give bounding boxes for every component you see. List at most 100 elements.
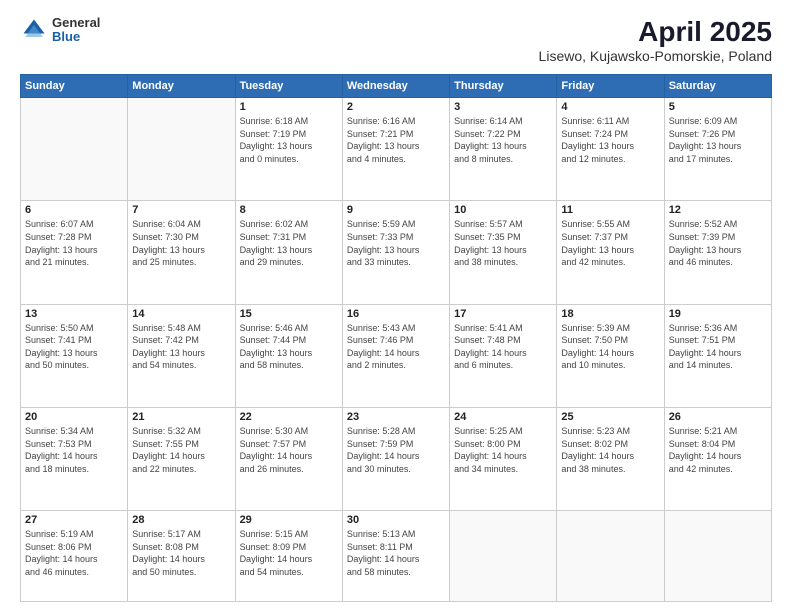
table-row: 6Sunrise: 6:07 AM Sunset: 7:28 PM Daylig… <box>21 201 128 304</box>
table-row: 15 Sunrise: 5:46 AM Sunset: 7:44 PM Dayli… <box>235 304 342 407</box>
day-number: 23 <box>347 411 445 423</box>
title-block: April 2025 Lisewo, Kujawsko-Pomorskie, P… <box>539 16 772 64</box>
table-row: 4 Sunrise: 6:11 AM Sunset: 7:24 PM Daylig… <box>557 98 664 201</box>
table-row: 2 Sunrise: 6:16 AM Sunset: 7:21 PM Daylig… <box>342 98 449 201</box>
table-row: 9 Sunrise: 5:59 AM Sunset: 7:33 PM Daylig… <box>342 201 449 304</box>
table-row: 20Sunrise: 5:34 AM Sunset: 7:53 PM Dayli… <box>21 407 128 510</box>
title-month: April 2025 <box>539 16 772 48</box>
table-row: 7 Sunrise: 6:04 AM Sunset: 7:30 PM Daylig… <box>128 201 235 304</box>
day-number: 25 <box>561 411 659 423</box>
day-number: 13 <box>25 308 123 320</box>
day-number: 24 <box>454 411 552 423</box>
day-info: Sunrise: 6:18 AM Sunset: 7:19 PM Dayligh… <box>240 115 338 165</box>
day-info: Sunrise: 6:14 AM Sunset: 7:22 PM Dayligh… <box>454 115 552 165</box>
table-row: 14 Sunrise: 5:48 AM Sunset: 7:42 PM Dayli… <box>128 304 235 407</box>
day-info: Sunrise: 6:09 AM Sunset: 7:26 PM Dayligh… <box>669 115 767 165</box>
day-number: 8 <box>240 204 338 216</box>
logo-general-text: General <box>52 16 100 30</box>
day-number: 11 <box>561 204 659 216</box>
table-row: 30Sunrise: 5:13 AM Sunset: 8:11 PM Dayli… <box>342 511 449 602</box>
day-number: 1 <box>240 101 338 113</box>
day-info: Sunrise: 5:15 AM Sunset: 8:09 PM Dayligh… <box>240 528 338 578</box>
day-info: Sunrise: 6:04 AM Sunset: 7:30 PM Dayligh… <box>132 218 230 268</box>
day-info: Sunrise: 5:50 AM Sunset: 7:41 PM Dayligh… <box>25 322 123 372</box>
day-info: Sunrise: 6:11 AM Sunset: 7:24 PM Dayligh… <box>561 115 659 165</box>
day-number: 10 <box>454 204 552 216</box>
table-row: 28 Sunrise: 5:17 AM Sunset: 8:08 PM Dayli… <box>128 511 235 602</box>
day-info: Sunrise: 5:32 AM Sunset: 7:55 PM Dayligh… <box>132 425 230 475</box>
table-row <box>450 511 557 602</box>
logo-text: General Blue <box>52 16 100 45</box>
table-row: 10 Sunrise: 5:57 AM Sunset: 7:35 PM Dayli… <box>450 201 557 304</box>
table-row: 22 Sunrise: 5:30 AM Sunset: 7:57 PM Dayli… <box>235 407 342 510</box>
day-info: Sunrise: 5:30 AM Sunset: 7:57 PM Dayligh… <box>240 425 338 475</box>
day-info: Sunrise: 5:41 AM Sunset: 7:48 PM Dayligh… <box>454 322 552 372</box>
col-wednesday: Wednesday <box>342 75 449 98</box>
day-number: 15 <box>240 308 338 320</box>
table-row: 29 Sunrise: 5:15 AM Sunset: 8:09 PM Dayli… <box>235 511 342 602</box>
day-number: 28 <box>132 514 230 526</box>
day-info: Sunrise: 5:19 AM Sunset: 8:06 PM Dayligh… <box>25 528 123 578</box>
table-row: 18 Sunrise: 5:39 AM Sunset: 7:50 PM Dayli… <box>557 304 664 407</box>
col-sunday: Sunday <box>21 75 128 98</box>
day-info: Sunrise: 5:36 AM Sunset: 7:51 PM Dayligh… <box>669 322 767 372</box>
day-info: Sunrise: 5:13 AM Sunset: 8:11 PM Dayligh… <box>347 528 445 578</box>
col-friday: Friday <box>557 75 664 98</box>
table-row: 11 Sunrise: 5:55 AM Sunset: 7:37 PM Dayli… <box>557 201 664 304</box>
day-number: 7 <box>132 204 230 216</box>
table-row: 17Sunrise: 5:41 AM Sunset: 7:48 PM Dayli… <box>450 304 557 407</box>
day-info: Sunrise: 5:46 AM Sunset: 7:44 PM Dayligh… <box>240 322 338 372</box>
logo-blue-text: Blue <box>52 30 100 44</box>
day-number: 26 <box>669 411 767 423</box>
table-row: 8Sunrise: 6:02 AM Sunset: 7:31 PM Daylig… <box>235 201 342 304</box>
table-row: 25 Sunrise: 5:23 AM Sunset: 8:02 PM Dayli… <box>557 407 664 510</box>
table-row: 23 Sunrise: 5:28 AM Sunset: 7:59 PM Dayli… <box>342 407 449 510</box>
table-row: 3 Sunrise: 6:14 AM Sunset: 7:22 PM Daylig… <box>450 98 557 201</box>
day-number: 12 <box>669 204 767 216</box>
calendar-header-row: Sunday Monday Tuesday Wednesday Thursday… <box>21 75 772 98</box>
table-row: 27 Sunrise: 5:19 AM Sunset: 8:06 PM Dayli… <box>21 511 128 602</box>
col-monday: Monday <box>128 75 235 98</box>
day-number: 3 <box>454 101 552 113</box>
day-info: Sunrise: 5:48 AM Sunset: 7:42 PM Dayligh… <box>132 322 230 372</box>
day-info: Sunrise: 5:17 AM Sunset: 8:08 PM Dayligh… <box>132 528 230 578</box>
day-info: Sunrise: 5:52 AM Sunset: 7:39 PM Dayligh… <box>669 218 767 268</box>
table-row: 13 Sunrise: 5:50 AM Sunset: 7:41 PM Dayli… <box>21 304 128 407</box>
day-number: 18 <box>561 308 659 320</box>
logo: General Blue <box>20 16 100 45</box>
day-info: Sunrise: 5:57 AM Sunset: 7:35 PM Dayligh… <box>454 218 552 268</box>
day-number: 22 <box>240 411 338 423</box>
day-number: 27 <box>25 514 123 526</box>
col-thursday: Thursday <box>450 75 557 98</box>
day-number: 6 <box>25 204 123 216</box>
day-info: Sunrise: 5:59 AM Sunset: 7:33 PM Dayligh… <box>347 218 445 268</box>
title-location: Lisewo, Kujawsko-Pomorskie, Poland <box>539 48 772 64</box>
calendar-table: Sunday Monday Tuesday Wednesday Thursday… <box>20 74 772 602</box>
day-info: Sunrise: 5:39 AM Sunset: 7:50 PM Dayligh… <box>561 322 659 372</box>
table-row: 21Sunrise: 5:32 AM Sunset: 7:55 PM Dayli… <box>128 407 235 510</box>
table-row: 1 Sunrise: 6:18 AM Sunset: 7:19 PM Daylig… <box>235 98 342 201</box>
table-row: 26 Sunrise: 5:21 AM Sunset: 8:04 PM Dayli… <box>664 407 771 510</box>
day-info: Sunrise: 5:55 AM Sunset: 7:37 PM Dayligh… <box>561 218 659 268</box>
day-number: 2 <box>347 101 445 113</box>
day-info: Sunrise: 5:25 AM Sunset: 8:00 PM Dayligh… <box>454 425 552 475</box>
col-tuesday: Tuesday <box>235 75 342 98</box>
day-info: Sunrise: 5:34 AM Sunset: 7:53 PM Dayligh… <box>25 425 123 475</box>
table-row: 5Sunrise: 6:09 AM Sunset: 7:26 PM Daylig… <box>664 98 771 201</box>
table-row <box>557 511 664 602</box>
table-row: 24 Sunrise: 5:25 AM Sunset: 8:00 PM Dayli… <box>450 407 557 510</box>
day-info: Sunrise: 5:28 AM Sunset: 7:59 PM Dayligh… <box>347 425 445 475</box>
day-info: Sunrise: 5:23 AM Sunset: 8:02 PM Dayligh… <box>561 425 659 475</box>
day-info: Sunrise: 6:16 AM Sunset: 7:21 PM Dayligh… <box>347 115 445 165</box>
day-number: 4 <box>561 101 659 113</box>
table-row: 16Sunrise: 5:43 AM Sunset: 7:46 PM Dayli… <box>342 304 449 407</box>
day-number: 14 <box>132 308 230 320</box>
logo-icon <box>20 16 48 44</box>
table-row: 19Sunrise: 5:36 AM Sunset: 7:51 PM Dayli… <box>664 304 771 407</box>
day-number: 9 <box>347 204 445 216</box>
table-row <box>664 511 771 602</box>
day-info: Sunrise: 5:21 AM Sunset: 8:04 PM Dayligh… <box>669 425 767 475</box>
day-number: 29 <box>240 514 338 526</box>
table-row <box>21 98 128 201</box>
header: General Blue April 2025 Lisewo, Kujawsko… <box>20 16 772 64</box>
